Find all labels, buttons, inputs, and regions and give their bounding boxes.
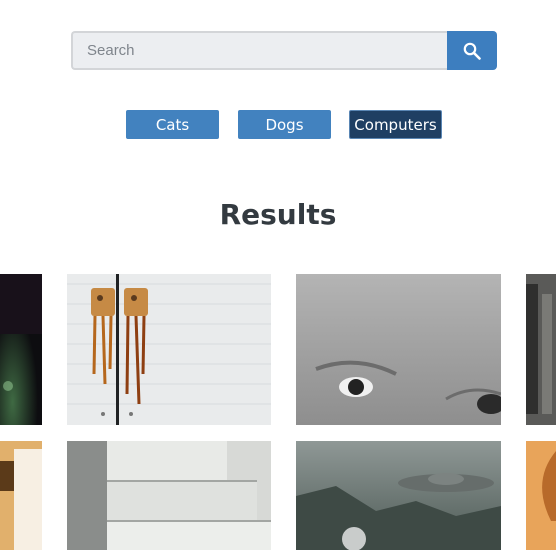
results-heading: Results [219, 198, 337, 231]
category-cats-button[interactable]: Cats [126, 110, 219, 139]
result-thumbnail[interactable] [67, 274, 271, 425]
result-thumbnail[interactable] [296, 274, 501, 425]
search-input[interactable] [71, 31, 447, 70]
result-thumbnail[interactable] [0, 441, 42, 550]
search-bar [71, 31, 497, 70]
result-thumbnail[interactable] [296, 441, 501, 550]
search-button[interactable] [447, 31, 497, 70]
category-dogs-button[interactable]: Dogs [238, 110, 331, 139]
result-thumbnail[interactable] [526, 274, 556, 425]
result-thumbnail[interactable] [0, 274, 42, 425]
result-thumbnail[interactable] [67, 441, 271, 550]
result-thumbnail[interactable] [526, 441, 556, 550]
category-computers-button[interactable]: Computers [349, 110, 442, 139]
search-icon [463, 42, 481, 60]
